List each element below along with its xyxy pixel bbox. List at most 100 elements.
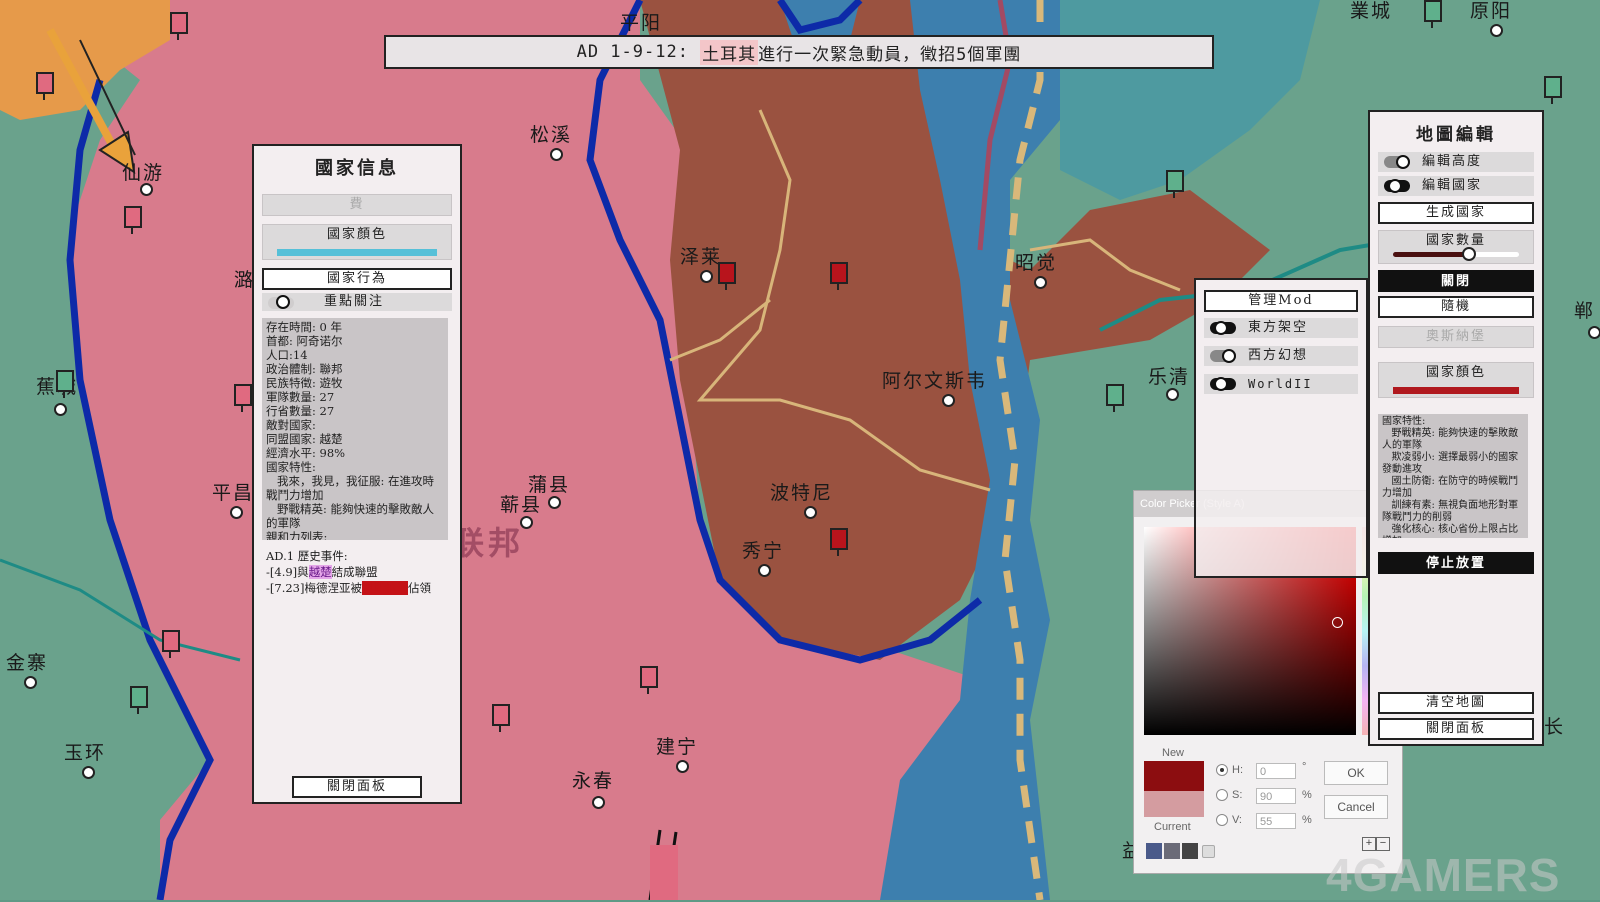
mod-toggle-west[interactable]: 西方幻想 [1204,346,1358,366]
ok-button[interactable]: OK [1324,761,1388,785]
unit-flag[interactable] [234,384,252,412]
unit-flag[interactable] [124,206,142,234]
stat-line: 敵對國家: [266,418,316,432]
unit-flag[interactable] [1544,76,1562,104]
city-marker[interactable] [758,564,771,577]
city-marker[interactable] [1588,326,1600,339]
close-button[interactable]: 關閉 [1378,270,1534,292]
toggle-knob[interactable] [1388,179,1402,193]
sv-cursor[interactable] [1332,617,1343,628]
stat-line: 存在時間: 0 年 [266,320,343,334]
cancel-button[interactable]: Cancel [1324,795,1388,819]
map-editor-panel: 地圖編輯 編輯高度 編輯國家 生成國家 國家數量 關閉 隨機 奧斯納堡 國家顏色… [1368,110,1544,746]
city-marker[interactable] [676,760,689,773]
country-color-button[interactable]: 國家顏色 [262,224,452,260]
city-marker[interactable] [942,394,955,407]
preset-swatch[interactable] [1182,843,1198,859]
v-label: V: [1232,814,1242,826]
city-marker[interactable] [550,148,563,161]
close-panel-button[interactable]: 關閉面板 [292,776,422,798]
current-label: Current [1154,821,1191,833]
unit-flag[interactable] [1424,0,1442,28]
unit-flag[interactable] [56,370,74,398]
s-input[interactable]: 90 [1256,788,1296,804]
city-marker[interactable] [548,496,561,509]
edit-country-toggle[interactable]: 編輯國家 [1378,176,1534,196]
map-label-leqing: 乐清 [1148,366,1191,388]
mod-toggle-worldii[interactable]: WorldII [1204,374,1358,394]
manage-mod-button[interactable]: 管理Mod [1204,290,1358,312]
stop-placing-button[interactable]: 停止放置 [1378,552,1534,574]
unit-flag[interactable] [1106,384,1124,412]
banner-country[interactable]: 土耳其 [700,39,759,65]
history-country-link[interactable]: 奧斯納堡 [361,581,408,595]
h-radio[interactable] [1216,764,1228,776]
edit-height-toggle[interactable]: 編輯高度 [1378,152,1534,172]
country-behavior-button[interactable]: 國家行為 [262,268,452,290]
focus-toggle[interactable]: 重點關注 [262,293,452,311]
unit-flag[interactable] [130,686,148,714]
trait-line: 訓練有素: 無視負面地形對軍隊戰鬥力的削弱 [1382,500,1519,523]
country-count-slider[interactable] [1393,252,1519,257]
new-color-swatch [1144,761,1204,791]
clear-map-button[interactable]: 清空地圖 [1378,692,1534,714]
history-date: -[7.23] [266,581,305,595]
unit-flag[interactable] [162,630,180,658]
country-color-label: 國家顏色 [326,227,387,242]
close-panel-button[interactable]: 關閉面板 [1378,718,1534,740]
unit-flag[interactable] [170,12,188,40]
toggle-knob[interactable] [1396,155,1410,169]
trait-line: 野戰精英: 能夠快速的擊敗敵人的軍隊 [1382,428,1519,451]
history-text: 梅德涅亚被 [304,581,362,595]
country-info-title: 國家信息 [315,158,399,179]
unit-flag[interactable] [1166,170,1184,198]
v-unit: % [1302,814,1312,826]
stat-line: 我來，我見，我征服: 在進攻時戰鬥力增加 [266,474,434,502]
h-input[interactable]: 0 [1256,763,1296,779]
focus-toggle-knob[interactable] [276,295,290,309]
mod-toggle-east[interactable]: 東方架空 [1204,318,1358,338]
country-color-swatch [277,249,437,256]
history-events: AD.1 歷史事件: -[4.9]與越楚結成聯盟 -[7.23]梅德涅亚被奧斯納… [266,548,452,596]
city-marker[interactable] [1490,24,1503,37]
stat-line: 同盟國家: 越楚 [266,432,343,446]
editor-color-button[interactable]: 國家顏色 [1378,362,1534,398]
v-radio[interactable] [1216,814,1228,826]
unit-flag[interactable] [718,262,736,290]
city-marker[interactable] [1166,388,1179,401]
city-marker[interactable] [54,403,67,416]
city-marker[interactable] [24,676,37,689]
history-title: AD.1 歷史事件: [266,549,348,563]
mod-toggle-knob[interactable] [1214,377,1228,391]
city-marker[interactable] [700,270,713,283]
generate-country-button[interactable]: 生成國家 [1378,202,1534,224]
history-country-link[interactable]: 越楚 [308,565,332,579]
map-label-yuanyang: 原阳 [1470,0,1513,22]
current-color-swatch[interactable] [1144,791,1204,817]
preset-swatch[interactable] [1146,843,1162,859]
city-marker[interactable] [804,506,817,519]
map-label-pingyang: 平阳 [620,12,663,34]
preset-swatch-empty[interactable] [1202,845,1215,858]
city-marker[interactable] [592,796,605,809]
unit-flag[interactable] [830,262,848,290]
preset-swatch[interactable] [1164,843,1180,859]
selected-country-field[interactable]: 奧斯納堡 [1378,326,1534,348]
unit-flag[interactable] [830,528,848,556]
city-marker[interactable] [140,183,153,196]
unit-flag[interactable] [492,704,510,732]
unit-flag[interactable] [640,666,658,694]
city-marker[interactable] [82,766,95,779]
country-top-button[interactable]: 費 [262,194,452,216]
city-marker[interactable] [1034,276,1047,289]
city-marker[interactable] [520,516,533,529]
unit-flag[interactable] [36,72,54,100]
city-marker[interactable] [230,506,243,519]
stat-line: 軍隊數量: 27 [266,390,335,404]
v-input[interactable]: 55 [1256,813,1296,829]
country-count-knob[interactable] [1461,247,1476,261]
mod-toggle-knob[interactable] [1214,321,1228,335]
mod-toggle-knob[interactable] [1222,349,1236,363]
s-radio[interactable] [1216,789,1228,801]
random-button[interactable]: 隨機 [1378,296,1534,318]
